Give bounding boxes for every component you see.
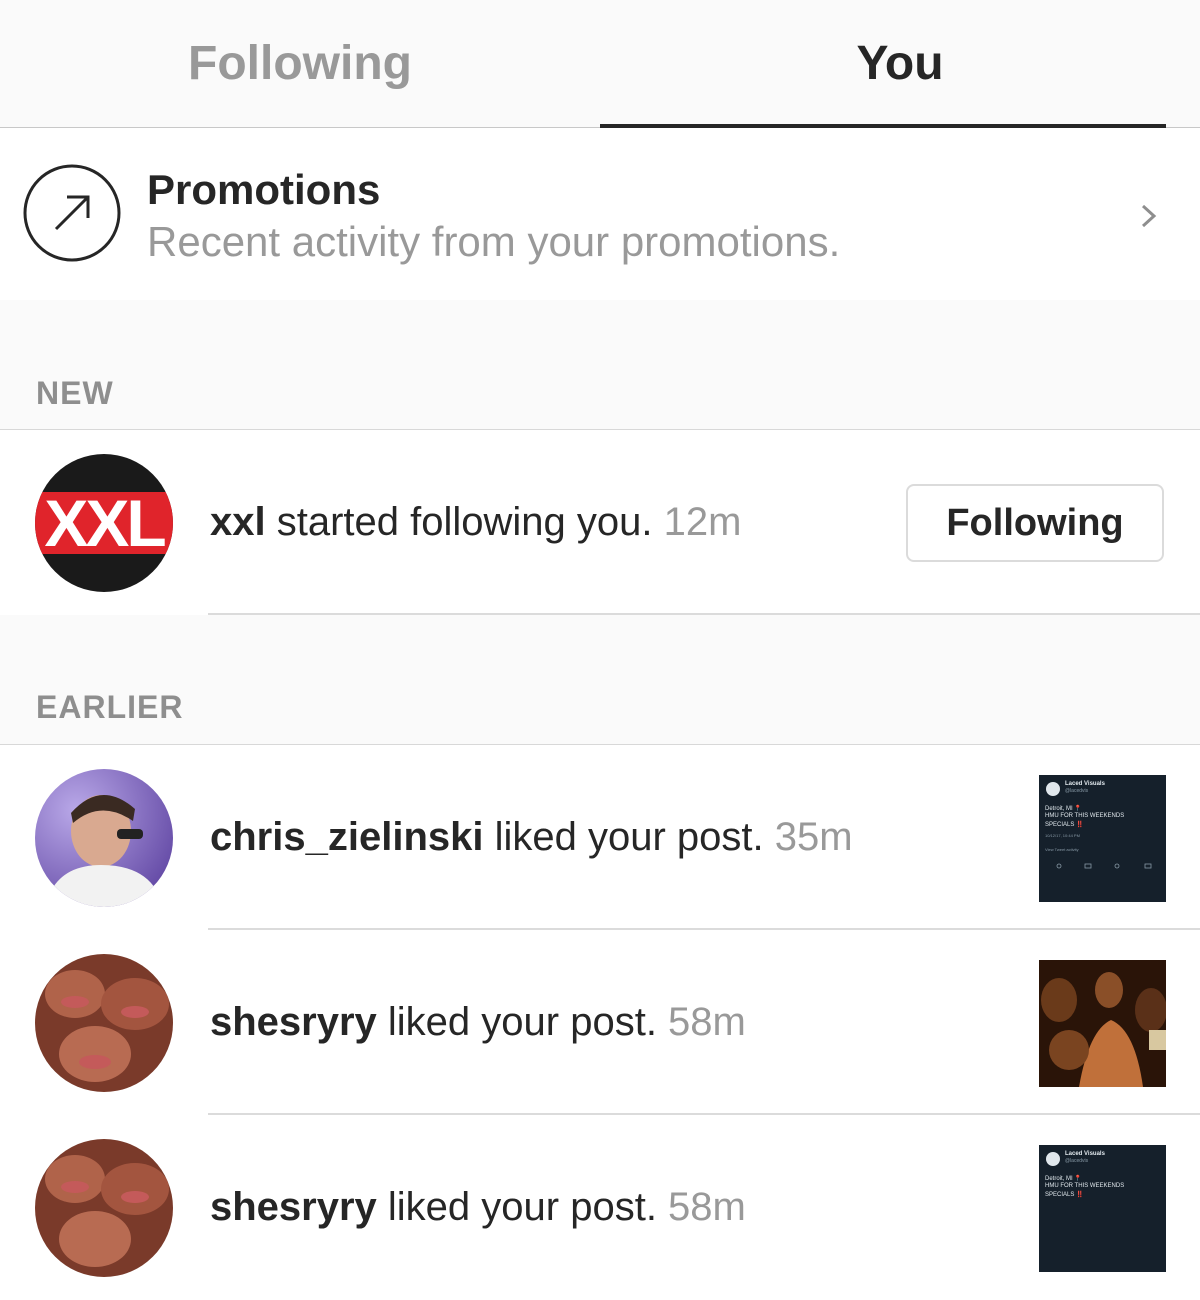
section-header-new: NEW <box>0 300 1200 430</box>
timestamp: 58m <box>668 1000 746 1044</box>
section-label-earlier: EARLIER <box>36 689 184 725</box>
username[interactable]: shesryry <box>210 1000 377 1044</box>
section-label-new: NEW <box>36 375 114 411</box>
tweet-name: Laced Visuals <box>1065 781 1105 787</box>
tweet-line: SPECIALS ‼️ <box>1045 1192 1084 1198</box>
post-thumbnail[interactable]: Laced Visuals @lacedvis Detroit, MI 📍 HM… <box>1039 775 1166 902</box>
tweet-avatar <box>1046 1152 1060 1166</box>
tweet-date: 10/12/17, 10:44 PM <box>1045 833 1080 838</box>
tweet-line: Detroit, MI 📍 <box>1045 806 1082 812</box>
tweet-handle: @lacedvis <box>1065 1158 1089 1164</box>
tweet-line: SPECIALS ‼️ <box>1045 822 1084 828</box>
list-item[interactable]: XXL xxl started following you. 12m Follo… <box>0 430 1200 615</box>
action-text: liked your post. <box>376 1185 669 1229</box>
avatar[interactable] <box>35 1139 173 1277</box>
tweet-line: Detroit, MI 📍 <box>1045 1176 1082 1182</box>
timestamp: 58m <box>668 1185 746 1229</box>
tweet-actions-icon <box>1056 863 1152 869</box>
action-text: liked your post. <box>483 815 775 859</box>
avatar[interactable] <box>35 769 173 907</box>
following-button[interactable]: Following <box>906 484 1164 562</box>
section-header-earlier: EARLIER <box>0 615 1200 745</box>
tweet-activity: View Tweet activity <box>1045 847 1079 852</box>
promotions-row[interactable]: Promotions Recent activity from your pro… <box>0 128 1200 300</box>
notification-text: shesryry liked your post. 58m <box>210 930 746 1115</box>
tweet-avatar <box>1046 782 1060 796</box>
username[interactable]: chris_zielinski <box>210 815 483 859</box>
timestamp: 12m <box>663 500 742 544</box>
action-text: liked your post. <box>376 1000 669 1044</box>
notification-text: chris_zielinski liked your post. 35m <box>210 745 853 930</box>
avatar[interactable] <box>35 954 173 1092</box>
timestamp: 35m <box>774 815 853 859</box>
promotions-title: Promotions <box>147 166 381 213</box>
tweet-line: HMU FOR THIS WEEKENDS <box>1045 1183 1125 1189</box>
tab-you[interactable]: You <box>600 0 1200 128</box>
xxl-logo-icon: XXL <box>35 454 173 592</box>
chevron-right-icon <box>1141 204 1157 228</box>
notification-text: xxl started following you. 12m <box>210 430 741 615</box>
list-item[interactable]: chris_zielinski liked your post. 35m Lac… <box>0 745 1200 930</box>
post-photo <box>1039 960 1166 1087</box>
activity-tabs: Following You <box>0 0 1200 128</box>
svg-text:XXL: XXL <box>44 486 165 560</box>
profile-photo <box>35 1139 173 1277</box>
list-item[interactable]: shesryry liked your post. 58m Laced Visu… <box>0 1115 1200 1300</box>
tweet-name: Laced Visuals <box>1065 1151 1105 1157</box>
username[interactable]: xxl <box>210 500 266 544</box>
arrow-up-right-icon <box>23 164 121 262</box>
action-text: started following you. <box>265 500 664 544</box>
profile-photo <box>35 954 173 1092</box>
notification-text: shesryry liked your post. 58m <box>210 1115 746 1300</box>
list-item[interactable]: shesryry liked your post. 58m <box>0 930 1200 1115</box>
tab-following[interactable]: Following <box>0 0 600 128</box>
avatar[interactable]: XXL <box>35 454 173 592</box>
username[interactable]: shesryry <box>210 1185 377 1229</box>
post-thumbnail[interactable] <box>1039 960 1166 1087</box>
post-thumbnail[interactable]: Laced Visuals @lacedvis Detroit, MI 📍 HM… <box>1039 1145 1166 1272</box>
tweet-line: HMU FOR THIS WEEKENDS <box>1045 813 1125 819</box>
tweet-handle: @lacedvis <box>1065 788 1089 794</box>
profile-photo <box>35 769 173 907</box>
promotions-subtitle: Recent activity from your promotions. <box>147 218 841 265</box>
